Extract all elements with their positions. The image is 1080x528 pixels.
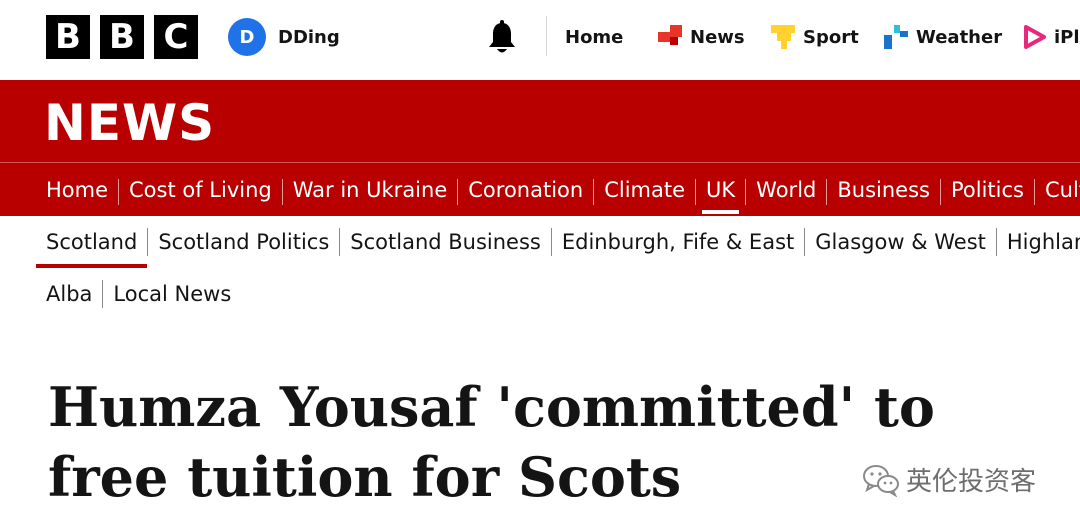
nav-separator [102, 280, 104, 308]
watermark: 英伦投资客 [862, 461, 1036, 498]
primary-nav-world[interactable]: World [756, 178, 816, 206]
primary-nav-culture[interactable]: Cultu [1045, 178, 1080, 206]
news-wordmark[interactable]: NEWS [44, 94, 215, 152]
primary-nav-business[interactable]: Business [837, 178, 930, 206]
secondary-nav-highlands[interactable]: Highlands [1007, 230, 1080, 254]
top-nav-label: Sport [803, 26, 859, 48]
primary-nav-climate[interactable]: Climate [604, 178, 685, 206]
sport-icon [771, 25, 795, 49]
header-divider [546, 16, 547, 56]
top-nav-news[interactable]: News [658, 22, 745, 52]
masthead-divider [0, 162, 1080, 163]
nav-separator [147, 228, 149, 256]
nav-separator [939, 179, 941, 205]
bbc-logo-block: B [46, 15, 90, 59]
news-icon [658, 25, 682, 45]
bbc-logo-block: C [154, 15, 198, 59]
primary-nav-home[interactable]: Home [46, 178, 108, 206]
nav-separator [118, 179, 120, 205]
primary-nav-cost-of-living[interactable]: Cost of Living [129, 178, 272, 206]
account-name: DDing [278, 26, 340, 48]
top-nav-home[interactable]: Home [565, 22, 623, 52]
secondary-nav-scotland-business[interactable]: Scotland Business [350, 230, 541, 254]
secondary-nav-glasgow-west[interactable]: Glasgow & West [815, 230, 986, 254]
top-nav-label: Weather [916, 26, 1003, 48]
nav-separator [995, 228, 997, 256]
weather-icon [884, 25, 908, 49]
nav-separator [281, 179, 283, 205]
primary-nav-war-in-ukraine[interactable]: War in Ukraine [293, 178, 448, 206]
top-nav-label: News [690, 26, 745, 48]
global-header: B B C D DDing Home News Sport Weather iP… [0, 0, 1080, 80]
news-masthead: NEWS Home Cost of Living War in Ukraine … [0, 80, 1080, 216]
bbc-logo[interactable]: B B C [46, 15, 198, 59]
avatar: D [228, 18, 266, 56]
secondary-nav-alba[interactable]: Alba [46, 282, 92, 306]
account-link[interactable]: D DDing [228, 18, 340, 56]
primary-nav-coronation[interactable]: Coronation [468, 178, 583, 206]
nav-separator [695, 179, 697, 205]
nav-separator [550, 228, 552, 256]
nav-separator [339, 228, 341, 256]
nav-separator [457, 179, 459, 205]
iplayer-icon [1024, 25, 1046, 49]
nav-separator [826, 179, 828, 205]
bbc-logo-block: B [100, 15, 144, 59]
top-nav-weather[interactable]: Weather [884, 22, 1002, 52]
notifications-bell-icon[interactable] [486, 20, 518, 56]
secondary-nav-edinburgh-fife-east[interactable]: Edinburgh, Fife & East [562, 230, 794, 254]
wechat-icon [863, 464, 899, 497]
top-nav-label: iPla [1054, 26, 1080, 48]
secondary-nav: Scotland Scotland Politics Scotland Busi… [35, 224, 1080, 268]
top-nav-iplayer[interactable]: iPla [1024, 22, 1080, 52]
nav-separator [593, 179, 595, 205]
nav-separator [1033, 179, 1035, 205]
nav-separator [745, 179, 747, 205]
secondary-nav-local-news[interactable]: Local News [113, 282, 231, 306]
top-nav-label: Home [565, 26, 624, 48]
secondary-nav-scotland[interactable]: Scotland [35, 230, 148, 268]
primary-nav-politics[interactable]: Politics [951, 178, 1024, 206]
top-nav-sport[interactable]: Sport [771, 22, 859, 52]
primary-nav: Home Cost of Living War in Ukraine Coron… [46, 172, 1080, 214]
nav-separator [804, 228, 806, 256]
secondary-nav-scotland-politics[interactable]: Scotland Politics [158, 230, 329, 254]
primary-nav-uk[interactable]: UK [701, 178, 740, 214]
watermark-text: 英伦投资客 [906, 467, 1037, 497]
secondary-nav-row-2: Alba Local News [46, 276, 231, 312]
